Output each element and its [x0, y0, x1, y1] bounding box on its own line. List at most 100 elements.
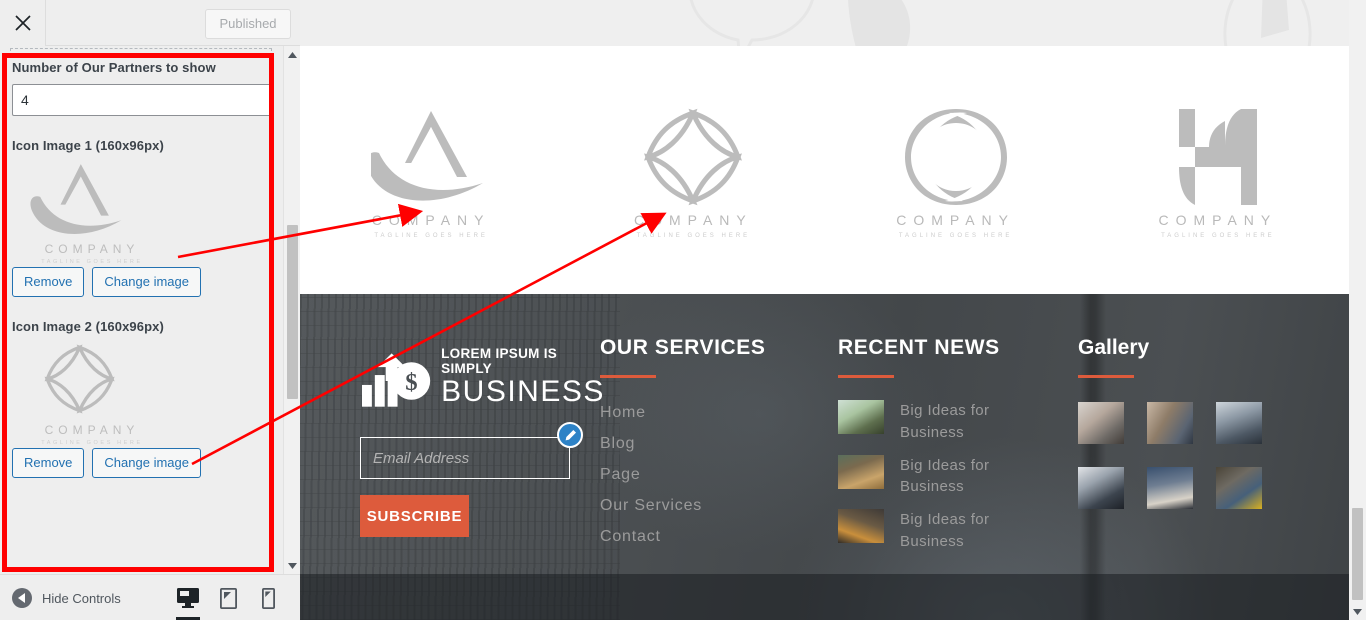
heading-rule	[1078, 375, 1134, 378]
partners-count-control: Number of Our Partners to show Icon Imag…	[0, 60, 283, 478]
icon-image-1-preview[interactable]: COMPANY TAGLINE GOES HERE	[12, 161, 172, 265]
heading-rule	[838, 375, 894, 378]
site-footer: $ LOREM IPSUM IS SIMPLY BUSINESS SUBSCRI…	[300, 294, 1349, 620]
partner-name: COMPANY	[896, 211, 1015, 228]
preview-company-name: COMPANY	[44, 242, 140, 256]
icon-image-2-buttons: Remove Change image	[12, 448, 271, 478]
customizer-panel: Published Number of Our Partners to show…	[0, 0, 300, 620]
device-mobile-button[interactable]	[248, 575, 288, 620]
icon-image-2-label: Icon Image 2 (160x96px)	[12, 319, 164, 334]
scroll-up-arrow[interactable]	[284, 46, 301, 63]
mobile-icon	[261, 587, 275, 609]
gallery-thumb[interactable]	[1216, 467, 1262, 509]
partner-logo-2: COMPANY TAGLINE GOES HERE	[593, 102, 793, 239]
news-item: Big Ideas for Business	[838, 400, 1068, 444]
change-image-2-button[interactable]: Change image	[92, 448, 201, 478]
heading-rule	[600, 375, 656, 378]
close-icon[interactable]	[0, 0, 46, 46]
menu-item-contact[interactable]: Contact	[600, 528, 830, 546]
customizer-scrollbar-thumb[interactable]	[287, 225, 298, 399]
customizer-footer: Hide Controls	[0, 574, 300, 620]
footer-services-column: OUR SERVICES Home Blog Page Our Services…	[557, 336, 830, 559]
logo-diamond-petals-icon	[593, 102, 793, 212]
customizer-screen: COMPANY TAGLINE GOES HERE COMPANY TAGLIN…	[0, 0, 1366, 620]
hero-sketch-icon	[689, 0, 1312, 46]
news-item: Big Ideas for Business	[838, 509, 1068, 553]
gallery-thumb[interactable]	[1216, 402, 1262, 444]
subscribe-button[interactable]: SUBSCRIBE	[360, 495, 469, 537]
scroll-down-arrow[interactable]	[284, 557, 301, 574]
bar-chart-dollar-icon: $	[361, 353, 431, 407]
news-item: Big Ideas for Business	[838, 454, 1068, 499]
partner-logo-1: COMPANY TAGLINE GOES HERE	[331, 102, 531, 239]
partner-wordmark: COMPANY TAGLINE GOES HERE	[331, 212, 531, 239]
device-desktop-button[interactable]	[168, 575, 208, 620]
remove-image-1-button[interactable]: Remove	[12, 267, 85, 297]
icon-image-1-label: Icon Image 1 (160x96px)	[12, 138, 164, 153]
menu-item-our-services[interactable]: Our Services	[600, 497, 830, 515]
news-title[interactable]: Big Ideas for Business	[900, 455, 1020, 499]
change-image-1-button[interactable]: Change image	[92, 267, 201, 297]
pencil-glyph-icon	[565, 429, 576, 440]
customizer-scrollbar-track[interactable]	[283, 46, 300, 574]
news-thumbnail[interactable]	[838, 400, 884, 434]
news-thumbnail[interactable]	[838, 509, 884, 543]
partner-tagline: TAGLINE GOES HERE	[374, 232, 488, 239]
preview-scrollbar-thumb[interactable]	[1352, 508, 1363, 600]
logo-o-ring-icon	[856, 102, 1056, 212]
icon-image-2-preview[interactable]: COMPANY TAGLINE GOES HERE	[12, 342, 172, 446]
gallery-thumb[interactable]	[1147, 467, 1193, 509]
news-list: Big Ideas for Business Big Ideas for Bus…	[838, 400, 1068, 553]
logo-a-swoosh-icon	[331, 102, 531, 212]
partner-tagline: TAGLINE GOES HERE	[636, 232, 751, 239]
icon-image-1-wordmark: COMPANY TAGLINE GOES HERE	[12, 242, 172, 265]
gallery-thumb[interactable]	[1147, 402, 1193, 444]
partner-wordmark: COMPANY TAGLINE GOES HERE	[593, 212, 793, 239]
publish-button[interactable]: Published	[205, 9, 291, 39]
brand-name: BUSINESS	[441, 375, 605, 408]
partner-wordmark: COMPANY TAGLINE GOES HERE	[1118, 212, 1318, 239]
hero-decoration-strip	[300, 0, 1349, 46]
partner-name: COMPANY	[1158, 211, 1278, 228]
footer-news-column: RECENT NEWS Big Ideas for Business Big I…	[838, 336, 1068, 564]
svg-text:$: $	[405, 369, 417, 396]
menu-item-home[interactable]: Home	[557, 404, 830, 448]
icon-image-2-wordmark: COMPANY TAGLINE GOES HERE	[12, 423, 172, 446]
hide-controls-button[interactable]: Hide Controls	[12, 575, 121, 620]
icon-image-1-control: Icon Image 1 (160x96px) COMPANY TAGLINE …	[0, 138, 283, 297]
pencil-edit-icon[interactable]	[557, 422, 583, 448]
partners-count-input[interactable]	[12, 84, 271, 116]
hide-controls-label: Hide Controls	[42, 590, 121, 606]
logo-a-swoosh-icon	[30, 164, 122, 235]
logo-h-block-icon	[1118, 102, 1318, 212]
partner-logo-4: COMPANY TAGLINE GOES HERE	[1118, 102, 1318, 239]
collapsed-section-placeholder	[10, 48, 272, 56]
partner-name: COMPANY	[634, 211, 753, 228]
footer-services-menu: Home Blog Page Our Services Contact	[557, 404, 830, 546]
gallery-grid	[1078, 402, 1308, 509]
menu-item-blog[interactable]: Blog	[600, 435, 830, 453]
gallery-thumb[interactable]	[1078, 467, 1124, 509]
partners-row: COMPANY TAGLINE GOES HERE COMPANY TAGLIN…	[300, 46, 1349, 294]
device-preview-buttons	[168, 575, 288, 620]
preview-scrollbar-track[interactable]	[1349, 0, 1366, 620]
customizer-controls-body: Number of Our Partners to show Icon Imag…	[0, 46, 283, 574]
gallery-thumb[interactable]	[1078, 402, 1124, 444]
device-tablet-button[interactable]	[208, 575, 248, 620]
preview-scroll-down-arrow[interactable]	[1349, 603, 1366, 620]
chevron-left-icon	[12, 588, 32, 608]
footer-logo: $ LOREM IPSUM IS SIMPLY BUSINESS	[360, 346, 610, 409]
news-title[interactable]: Big Ideas for Business	[900, 400, 1020, 444]
partner-logo-3: COMPANY TAGLINE GOES HERE	[856, 102, 1056, 239]
news-heading: RECENT NEWS	[838, 336, 1000, 359]
remove-image-2-button[interactable]: Remove	[12, 448, 85, 478]
gallery-heading: Gallery	[1078, 336, 1150, 359]
desktop-icon	[177, 588, 199, 608]
email-input[interactable]	[360, 437, 570, 479]
partner-tagline: TAGLINE GOES HERE	[1161, 232, 1275, 239]
news-thumbnail[interactable]	[838, 454, 884, 489]
partners-count-label: Number of Our Partners to show	[12, 60, 216, 75]
news-title[interactable]: Big Ideas for Business	[900, 509, 1020, 553]
menu-item-page[interactable]: Page	[600, 466, 830, 484]
services-heading: OUR SERVICES	[600, 336, 766, 359]
